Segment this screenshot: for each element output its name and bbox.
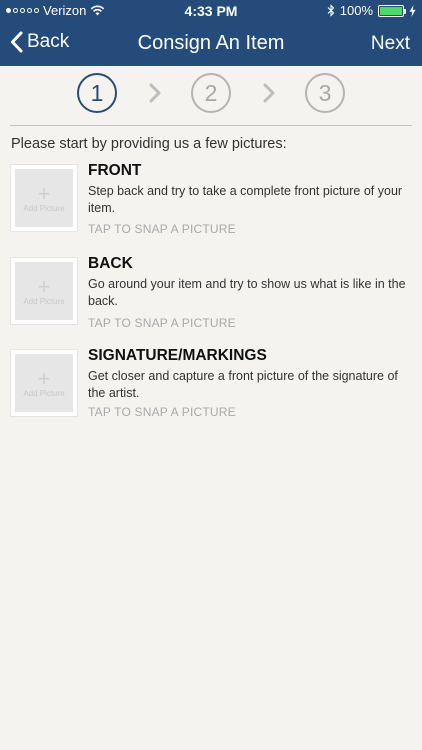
- page-title: Consign An Item: [137, 32, 285, 54]
- divider: [10, 125, 412, 126]
- intro-text: Please start by providing us a few pictu…: [11, 136, 287, 152]
- charging-bolt-icon: [409, 4, 416, 17]
- add-picture-placeholder: + Add Picture: [15, 262, 73, 320]
- plus-icon: +: [37, 273, 51, 299]
- add-picture-placeholder: + Add Picture: [15, 354, 73, 412]
- status-right: 100%: [327, 3, 416, 18]
- item-title: SIGNATURE/MARKINGS: [88, 347, 267, 364]
- plus-icon: +: [37, 365, 51, 391]
- plus-icon: +: [37, 180, 51, 206]
- item-description: Get closer and capture a front picture o…: [88, 369, 398, 400]
- step-3: 3: [305, 73, 345, 113]
- step-indicator: 1 2 3: [0, 73, 422, 117]
- nav-bar: Back Consign An Item Next: [0, 22, 422, 66]
- chevron-right-icon: [149, 83, 161, 103]
- step-2: 2: [191, 73, 231, 113]
- snap-picture-link[interactable]: TAP TO SNAP A PICTURE: [88, 316, 236, 330]
- battery-fill: [380, 6, 402, 15]
- add-picture-button[interactable]: + Add Picture: [10, 164, 78, 232]
- chevron-right-icon: [263, 83, 275, 103]
- item-title: BACK: [88, 255, 133, 272]
- battery-icon: [378, 4, 406, 17]
- item-description: Step back and try to take a complete fro…: [88, 184, 403, 215]
- item-description: Go around your item and try to show us w…: [88, 277, 406, 308]
- add-picture-label: Add Picture: [23, 203, 65, 213]
- add-picture-label: Add Picture: [23, 296, 65, 306]
- snap-picture-link[interactable]: TAP TO SNAP A PICTURE: [88, 405, 236, 419]
- battery-percent: 100%: [339, 3, 373, 18]
- step-1: 1: [77, 73, 117, 113]
- add-picture-button[interactable]: + Add Picture: [10, 349, 78, 417]
- next-button[interactable]: Next: [371, 33, 410, 55]
- add-picture-placeholder: + Add Picture: [15, 169, 73, 227]
- add-picture-label: Add Picture: [23, 388, 65, 398]
- add-picture-button[interactable]: + Add Picture: [10, 257, 78, 325]
- item-title: FRONT: [88, 162, 142, 179]
- snap-picture-link[interactable]: TAP TO SNAP A PICTURE: [88, 222, 236, 236]
- bluetooth-icon: [327, 4, 335, 17]
- status-bar: Verizon 4:33 PM 100%: [0, 0, 422, 22]
